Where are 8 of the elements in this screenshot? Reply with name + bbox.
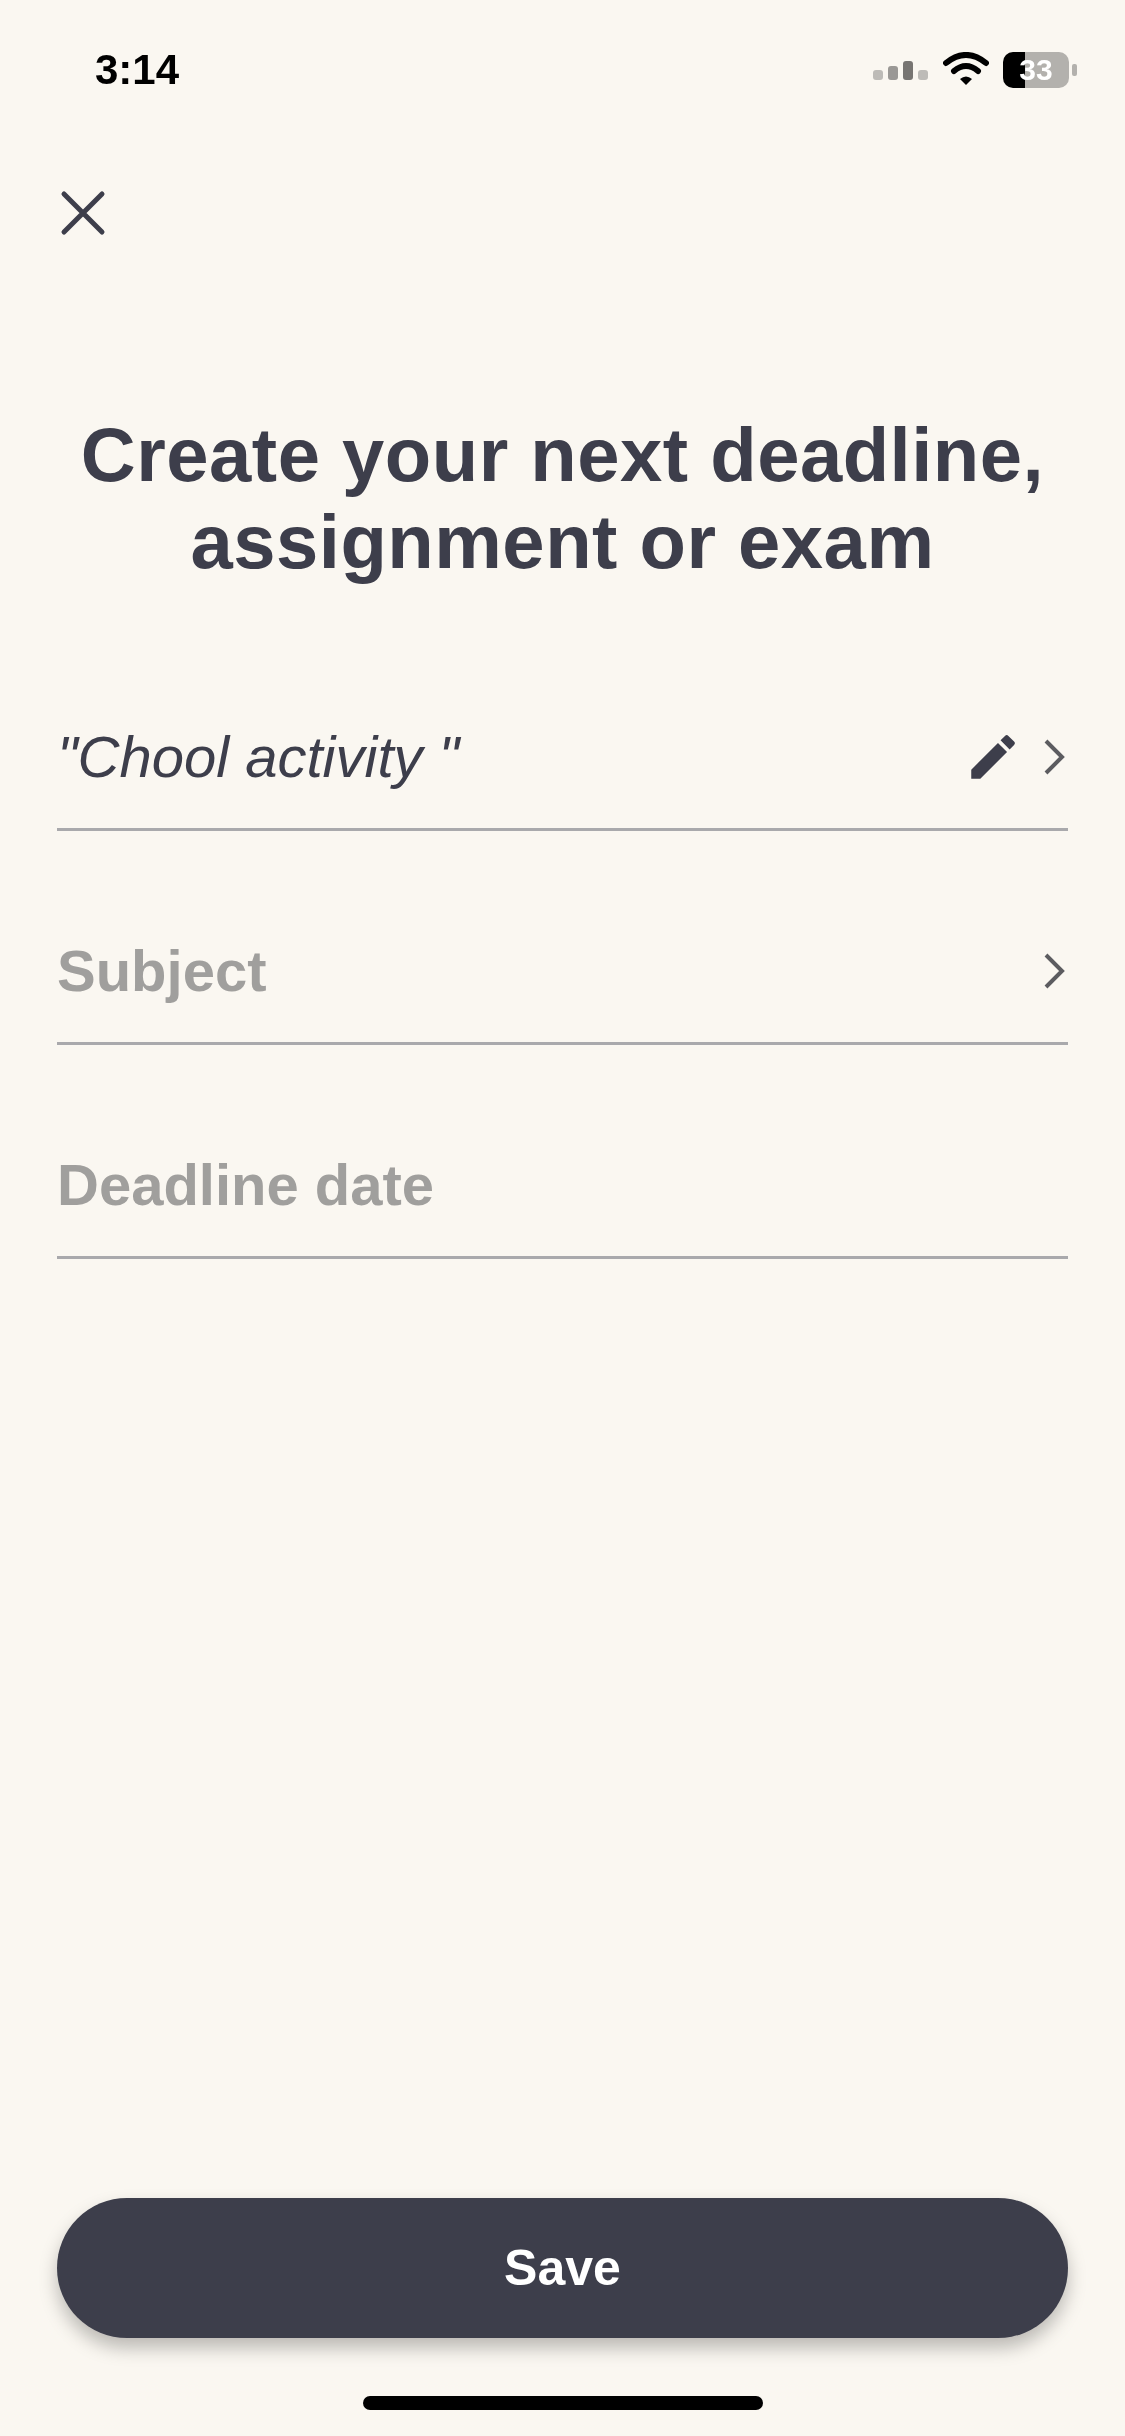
page-title: Create your next deadline, assignment or exam [79,411,1046,585]
status-time: 3:14 [95,46,180,94]
input-field[interactable]: Subject [57,937,1022,1004]
signal-icon [873,58,929,82]
input-field[interactable]: Deadline date [57,1151,1068,1218]
wifi-icon [943,52,989,88]
save-button[interactable]: Save [57,2198,1068,2338]
input-field[interactable]: "Chool activity " [57,723,944,790]
